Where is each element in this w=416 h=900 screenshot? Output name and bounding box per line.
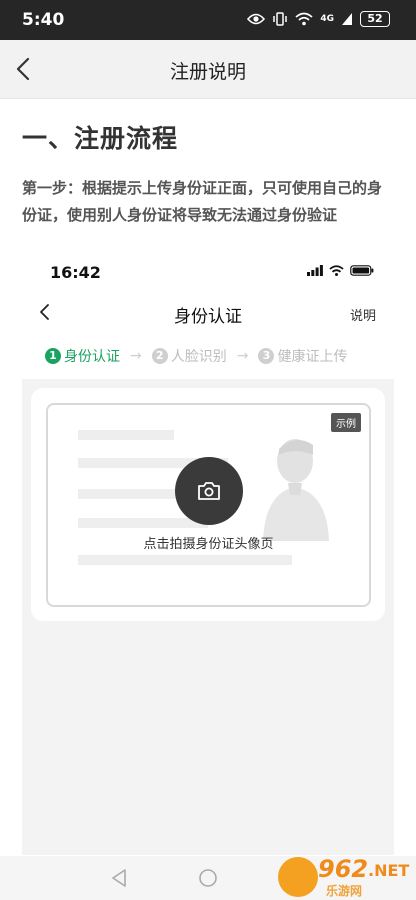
id-card-placeholder: 示例 点击拍摄身份证头像页	[46, 403, 371, 607]
camera-capture-button[interactable]	[175, 457, 243, 525]
placeholder-line	[78, 489, 188, 499]
eye-icon	[247, 13, 266, 25]
watermark-suffix: .NET	[368, 861, 410, 880]
step-face-recognition: 2 人脸识别	[151, 346, 227, 366]
screenshot-status-icons	[307, 265, 374, 276]
placeholder-line	[78, 430, 174, 440]
help-link: 说明	[349, 309, 376, 324]
placeholder-line	[78, 518, 208, 528]
arrow-right-icon: →	[130, 348, 142, 364]
watermark-cn: 乐游网	[326, 884, 363, 898]
step-health-cert-upload: 3 健康证上传	[258, 346, 347, 366]
capture-caption: 点击拍摄身份证头像页	[143, 537, 274, 552]
screenshot-header: 16:42 身份认证 说明 1 身份认证 → 2 人脸识别 → 3 健康证上传	[22, 255, 394, 379]
arrow-right-icon: →	[236, 348, 249, 364]
step-number: 1	[45, 348, 61, 364]
nav-back-icon[interactable]	[110, 868, 128, 888]
screenshot-time: 16:42	[50, 263, 101, 282]
watermark-number: 962	[318, 855, 369, 883]
status-time: 5:40	[22, 10, 65, 30]
step-number: 3	[258, 348, 275, 364]
example-screenshot: 16:42 身份认证 说明 1 身份认证 → 2 人脸识别 → 3 健康证上传 …	[22, 255, 394, 855]
nav-home-icon[interactable]	[198, 868, 218, 888]
portrait-silhouette-icon	[263, 439, 329, 541]
step-label: 身份认证	[64, 349, 120, 365]
step-number: 2	[151, 348, 168, 364]
watermark-logo-icon	[278, 857, 318, 897]
step1-instructions: 第一步：根据提示上传身份证正面，只可使用自己的身份证，使用别人身份证将导致无法通…	[22, 179, 383, 224]
screenshot-title: 身份认证	[174, 307, 242, 327]
battery-icon	[350, 265, 374, 276]
step-label: 健康证上传	[277, 349, 348, 365]
id-upload-card: 示例 点击拍摄身份证头像页	[31, 388, 385, 621]
site-watermark: 962 .NET 乐游网	[278, 855, 410, 899]
battery-indicator: 52	[360, 11, 390, 27]
signal-bars-icon	[307, 265, 323, 276]
wifi-icon	[329, 265, 344, 276]
step-id-verification: 1 身份认证	[45, 346, 120, 366]
network-type-label: 4G	[320, 14, 334, 24]
camera-icon	[198, 482, 220, 500]
status-bar: 5:40 4G 52	[0, 0, 416, 40]
vibrate-icon	[273, 12, 288, 26]
page-title: 注册说明	[169, 61, 246, 83]
placeholder-line	[78, 555, 292, 565]
example-badge: 示例	[331, 413, 361, 432]
app-bar: 注册说明	[0, 40, 416, 99]
section-heading: 一、注册流程	[22, 124, 179, 153]
wifi-icon	[295, 12, 313, 26]
status-icons: 4G 52	[247, 11, 390, 27]
step-label: 人脸识别	[170, 349, 227, 365]
verification-steps: 1 身份认证 → 2 人脸识别 → 3 健康证上传	[45, 346, 347, 366]
cellular-signal-icon	[342, 13, 352, 25]
